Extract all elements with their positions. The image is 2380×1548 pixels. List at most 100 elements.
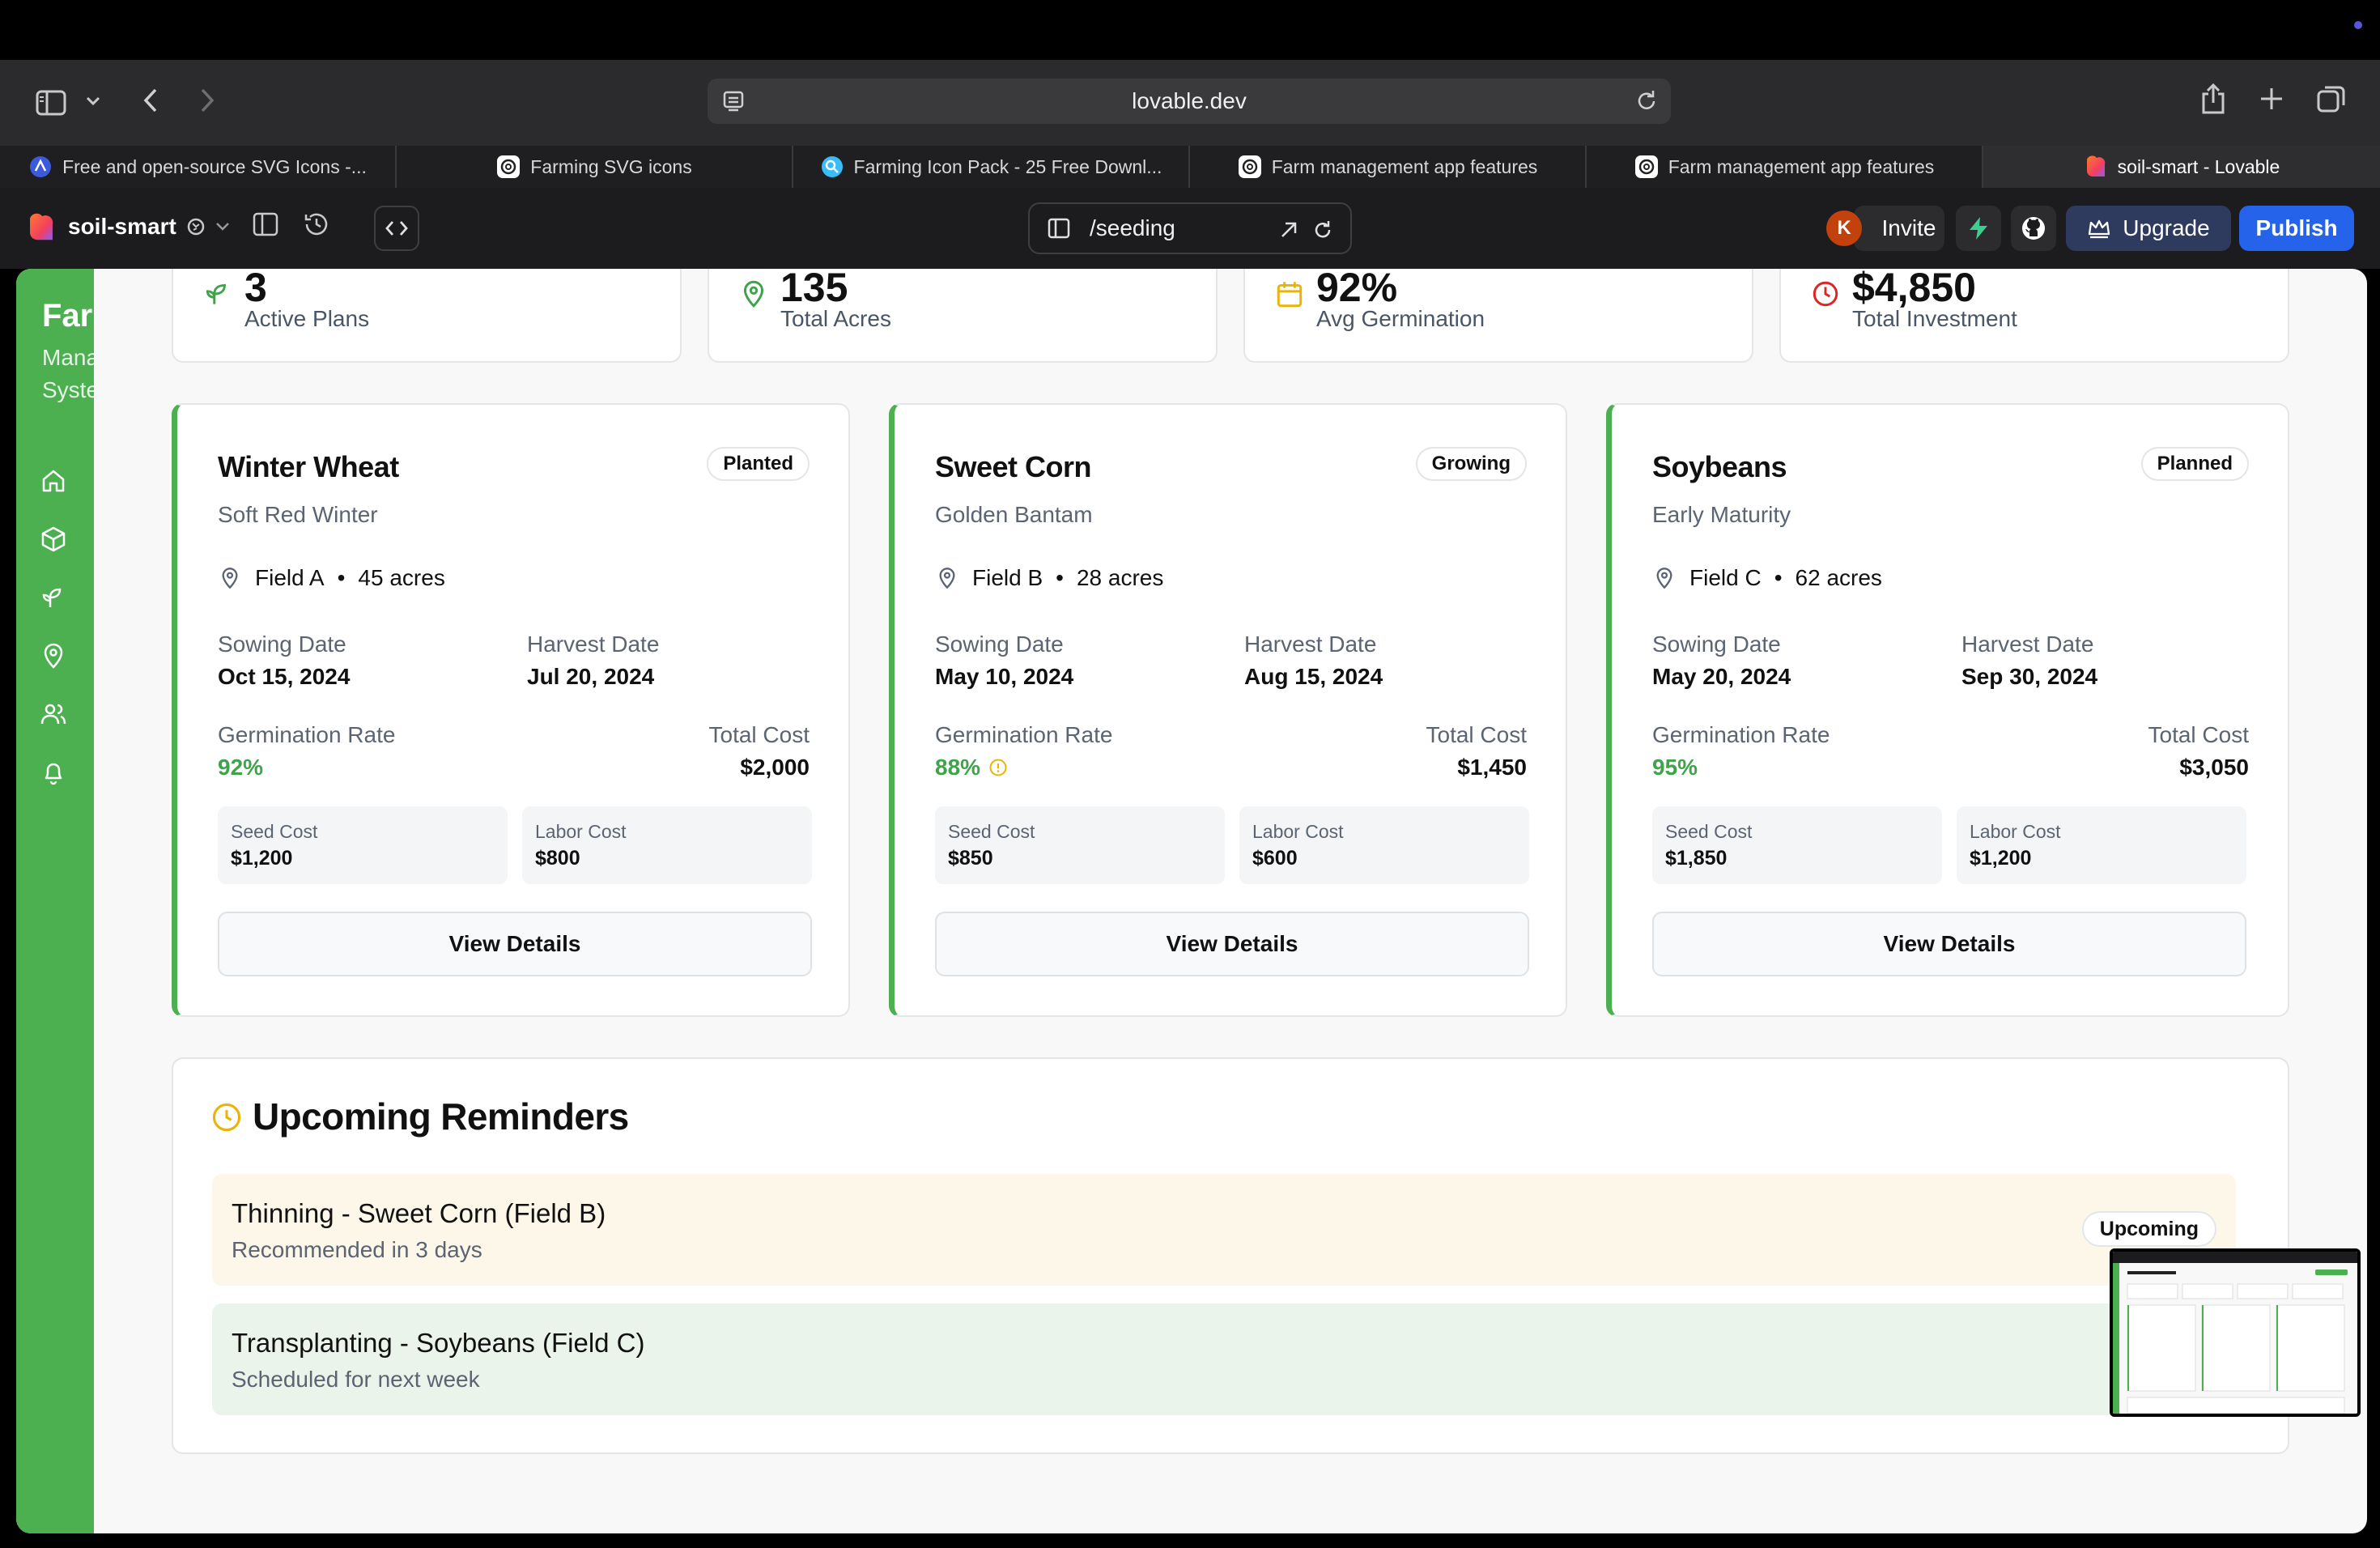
crop-variety: Golden Bantam — [935, 502, 1093, 527]
project-switcher[interactable]: soil-smart — [68, 214, 230, 240]
sprout-icon[interactable] — [39, 583, 68, 612]
new-tab-icon[interactable] — [2255, 83, 2288, 115]
tab-label: Farming Icon Pack - 25 Free Downl... — [853, 155, 1162, 177]
map-pin-icon[interactable] — [39, 641, 68, 670]
back-arrow-icon[interactable] — [134, 83, 167, 118]
field-acres: 45 acres — [358, 565, 445, 590]
reminders-title: Upcoming Reminders — [253, 1095, 629, 1138]
browser-tab[interactable]: Farm management app features — [1587, 146, 1983, 188]
view-details-button[interactable]: View Details — [935, 912, 1529, 976]
seed-cost: $1,850 — [1665, 847, 1728, 870]
avatar-initial: K — [1837, 217, 1851, 239]
germination-rate: 92% — [218, 755, 264, 780]
open-external-icon[interactable] — [1279, 220, 1298, 240]
recording-indicator-icon — [2354, 21, 2362, 29]
browser-tab[interactable]: Free and open-source SVG Icons -... — [0, 146, 397, 188]
upgrade-label: Upgrade — [2123, 215, 2210, 240]
harvest-date-label: Harvest Date — [1961, 632, 2094, 657]
harvest-date-label: Harvest Date — [527, 632, 660, 657]
field-info: Field A • 45 acres — [218, 565, 445, 591]
code-view-button[interactable] — [374, 206, 419, 251]
app-sidebar: Farm Management System — [16, 269, 94, 1533]
seed-cost-box: Seed Cost $1,850 — [1652, 806, 1942, 884]
screenshot-thumbnail[interactable] — [2110, 1248, 2361, 1417]
browser-tab[interactable]: Farming SVG icons — [397, 146, 793, 188]
crop-card: Sweet Corn Growing Golden Bantam Field B… — [889, 403, 1567, 1017]
chevron-down-icon[interactable] — [81, 89, 105, 113]
stat-card: $4,850 Total Investment — [1779, 269, 2289, 363]
status-badge: Planted — [707, 447, 810, 481]
github-button[interactable] — [2011, 206, 2056, 251]
crop-name: Soybeans — [1652, 450, 1787, 483]
crop-variety: Early Maturity — [1652, 502, 1791, 527]
reminder-sub: Scheduled for next week — [232, 1367, 480, 1392]
harvest-date: Aug 15, 2024 — [1244, 664, 1383, 689]
field-name: Field B — [972, 565, 1043, 590]
tab-label: Free and open-source SVG Icons -... — [62, 155, 367, 177]
germination-rate: 95% — [1652, 755, 1698, 780]
panel-toggle-icon[interactable] — [253, 212, 282, 241]
stat-card: 3 Active Plans — [172, 269, 682, 363]
sowing-date: May 20, 2024 — [1652, 664, 1791, 689]
browser-tab-active[interactable]: soil-smart - Lovable — [1983, 146, 2380, 188]
seed-cost-label: Seed Cost — [948, 821, 1035, 842]
refresh-icon[interactable] — [1311, 219, 1334, 241]
view-details-button[interactable]: View Details — [218, 912, 812, 976]
crop-card: Winter Wheat Planted Soft Red Winter Fie… — [172, 403, 850, 1017]
forward-arrow-icon[interactable] — [191, 83, 223, 118]
users-icon[interactable] — [39, 700, 68, 729]
stat-value: 135 — [780, 269, 848, 310]
tab-strip: Free and open-source SVG Icons -... Farm… — [0, 146, 2380, 188]
brand-title: Farm — [42, 298, 94, 334]
package-icon[interactable] — [39, 525, 68, 554]
chevron-down-icon — [215, 223, 229, 231]
seed-cost-label: Seed Cost — [1665, 821, 1753, 842]
device-preview-icon[interactable] — [1048, 218, 1070, 239]
labor-cost-box: Labor Cost $1,200 — [1957, 806, 2246, 884]
status-badge: Growing — [1415, 447, 1527, 481]
sidebar-toggle-icon[interactable] — [31, 84, 71, 121]
reminder-item[interactable]: Thinning - Sweet Corn (Field B) Recommen… — [212, 1174, 2236, 1286]
supabase-button[interactable] — [1956, 206, 2001, 251]
bell-icon[interactable] — [39, 758, 68, 787]
total-cost-label: Total Cost — [708, 722, 810, 747]
stat-label: Total Investment — [1852, 306, 2017, 331]
seed-cost: $1,200 — [231, 847, 293, 870]
route-bar[interactable]: /seeding — [1028, 202, 1352, 254]
labor-cost: $600 — [1252, 847, 1298, 870]
crop-name: Sweet Corn — [935, 450, 1092, 483]
bolt-icon — [1970, 217, 1987, 240]
germination-rate: 88% — [935, 755, 981, 780]
reload-icon[interactable] — [1634, 88, 1660, 114]
seed-cost: $850 — [948, 847, 993, 870]
home-icon[interactable] — [39, 466, 68, 495]
view-details-button[interactable]: View Details — [1652, 912, 2246, 976]
reminder-item[interactable]: Transplanting - Soybeans (Field C) Sched… — [212, 1303, 2236, 1415]
stat-value: $4,850 — [1852, 269, 1976, 310]
tab-overview-icon[interactable] — [2315, 83, 2348, 115]
germination-rate-row: 88% — [935, 755, 1008, 780]
germination-label: Germination Rate — [218, 722, 396, 747]
history-icon[interactable] — [303, 211, 334, 241]
share-icon[interactable] — [2195, 79, 2231, 118]
search-blue-icon — [821, 156, 843, 177]
invite-button[interactable]: Invite — [1854, 206, 1944, 251]
url-text: lovable.dev — [1132, 88, 1247, 113]
browser-tab[interactable]: Farming Icon Pack - 25 Free Downl... — [793, 146, 1190, 188]
total-cost: $1,450 — [1457, 755, 1527, 780]
browser-tab[interactable]: Farm management app features — [1190, 146, 1587, 188]
lovable-logo-icon — [30, 213, 53, 240]
field-name: Field C — [1689, 565, 1762, 590]
separator: • — [1056, 565, 1064, 590]
openai-icon — [497, 155, 521, 178]
clock-icon — [212, 1103, 241, 1132]
total-cost-label: Total Cost — [1426, 722, 1528, 747]
address-bar[interactable]: lovable.dev — [708, 79, 1671, 124]
publish-button[interactable]: Publish — [2239, 206, 2354, 251]
tab-label: soil-smart - Lovable — [2117, 155, 2280, 177]
upgrade-button[interactable]: Upgrade — [2066, 206, 2231, 251]
page-settings-icon[interactable] — [722, 90, 745, 113]
labor-cost-box: Labor Cost $600 — [1239, 806, 1529, 884]
total-cost-label: Total Cost — [2148, 722, 2250, 747]
avatar[interactable]: K — [1826, 211, 1862, 246]
